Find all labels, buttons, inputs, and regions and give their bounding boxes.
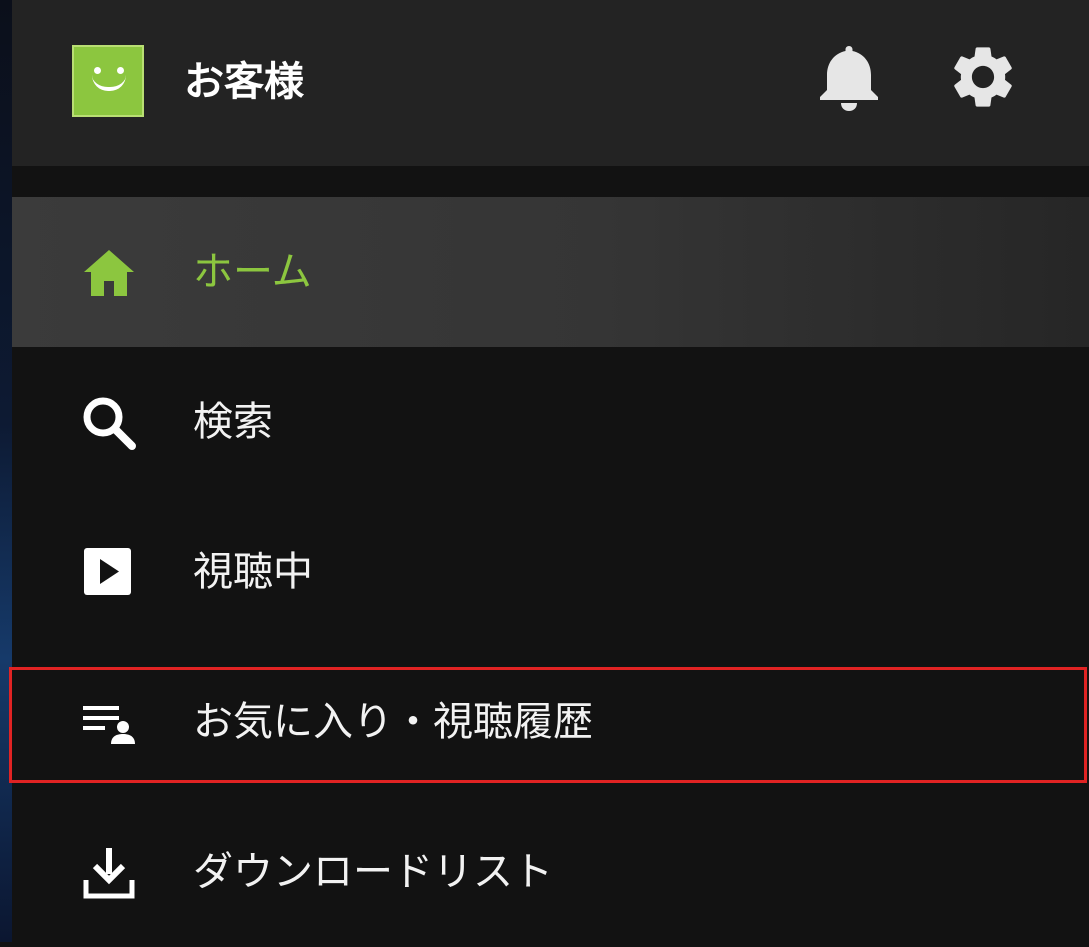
download-icon xyxy=(80,844,138,902)
background-edge xyxy=(0,0,12,942)
menu-item-watching[interactable]: 視聴中 xyxy=(12,497,1089,647)
menu-item-label: ダウンロードリスト xyxy=(193,849,553,895)
drawer-header: お客様 xyxy=(12,0,1089,166)
navigation-drawer: お客様 ホーム 検索 視聴中 お気に入り・視聴履歴 ダウンロードリスト xyxy=(12,0,1089,942)
home-icon xyxy=(80,244,138,302)
menu-item-label: 視聴中 xyxy=(193,549,313,595)
gear-icon[interactable] xyxy=(946,40,1020,114)
smiley-avatar-icon[interactable] xyxy=(72,45,144,117)
bell-icon[interactable] xyxy=(812,42,886,112)
menu-item-home[interactable]: ホーム xyxy=(12,197,1089,347)
favorites-history-icon xyxy=(80,694,138,752)
menu-item-download-list[interactable]: ダウンロードリスト xyxy=(12,797,1089,947)
menu-item-label: ホーム xyxy=(193,249,312,295)
menu-list: ホーム 検索 視聴中 お気に入り・視聴履歴 ダウンロードリスト xyxy=(12,197,1089,947)
menu-item-search[interactable]: 検索 xyxy=(12,347,1089,497)
search-icon xyxy=(80,394,138,452)
play-icon xyxy=(80,544,138,602)
menu-item-favorites-history[interactable]: お気に入り・視聴履歴 xyxy=(12,647,1089,797)
menu-item-label: 検索 xyxy=(193,399,273,445)
menu-item-label: お気に入り・視聴履歴 xyxy=(193,699,593,745)
user-name[interactable]: お客様 xyxy=(184,58,304,106)
